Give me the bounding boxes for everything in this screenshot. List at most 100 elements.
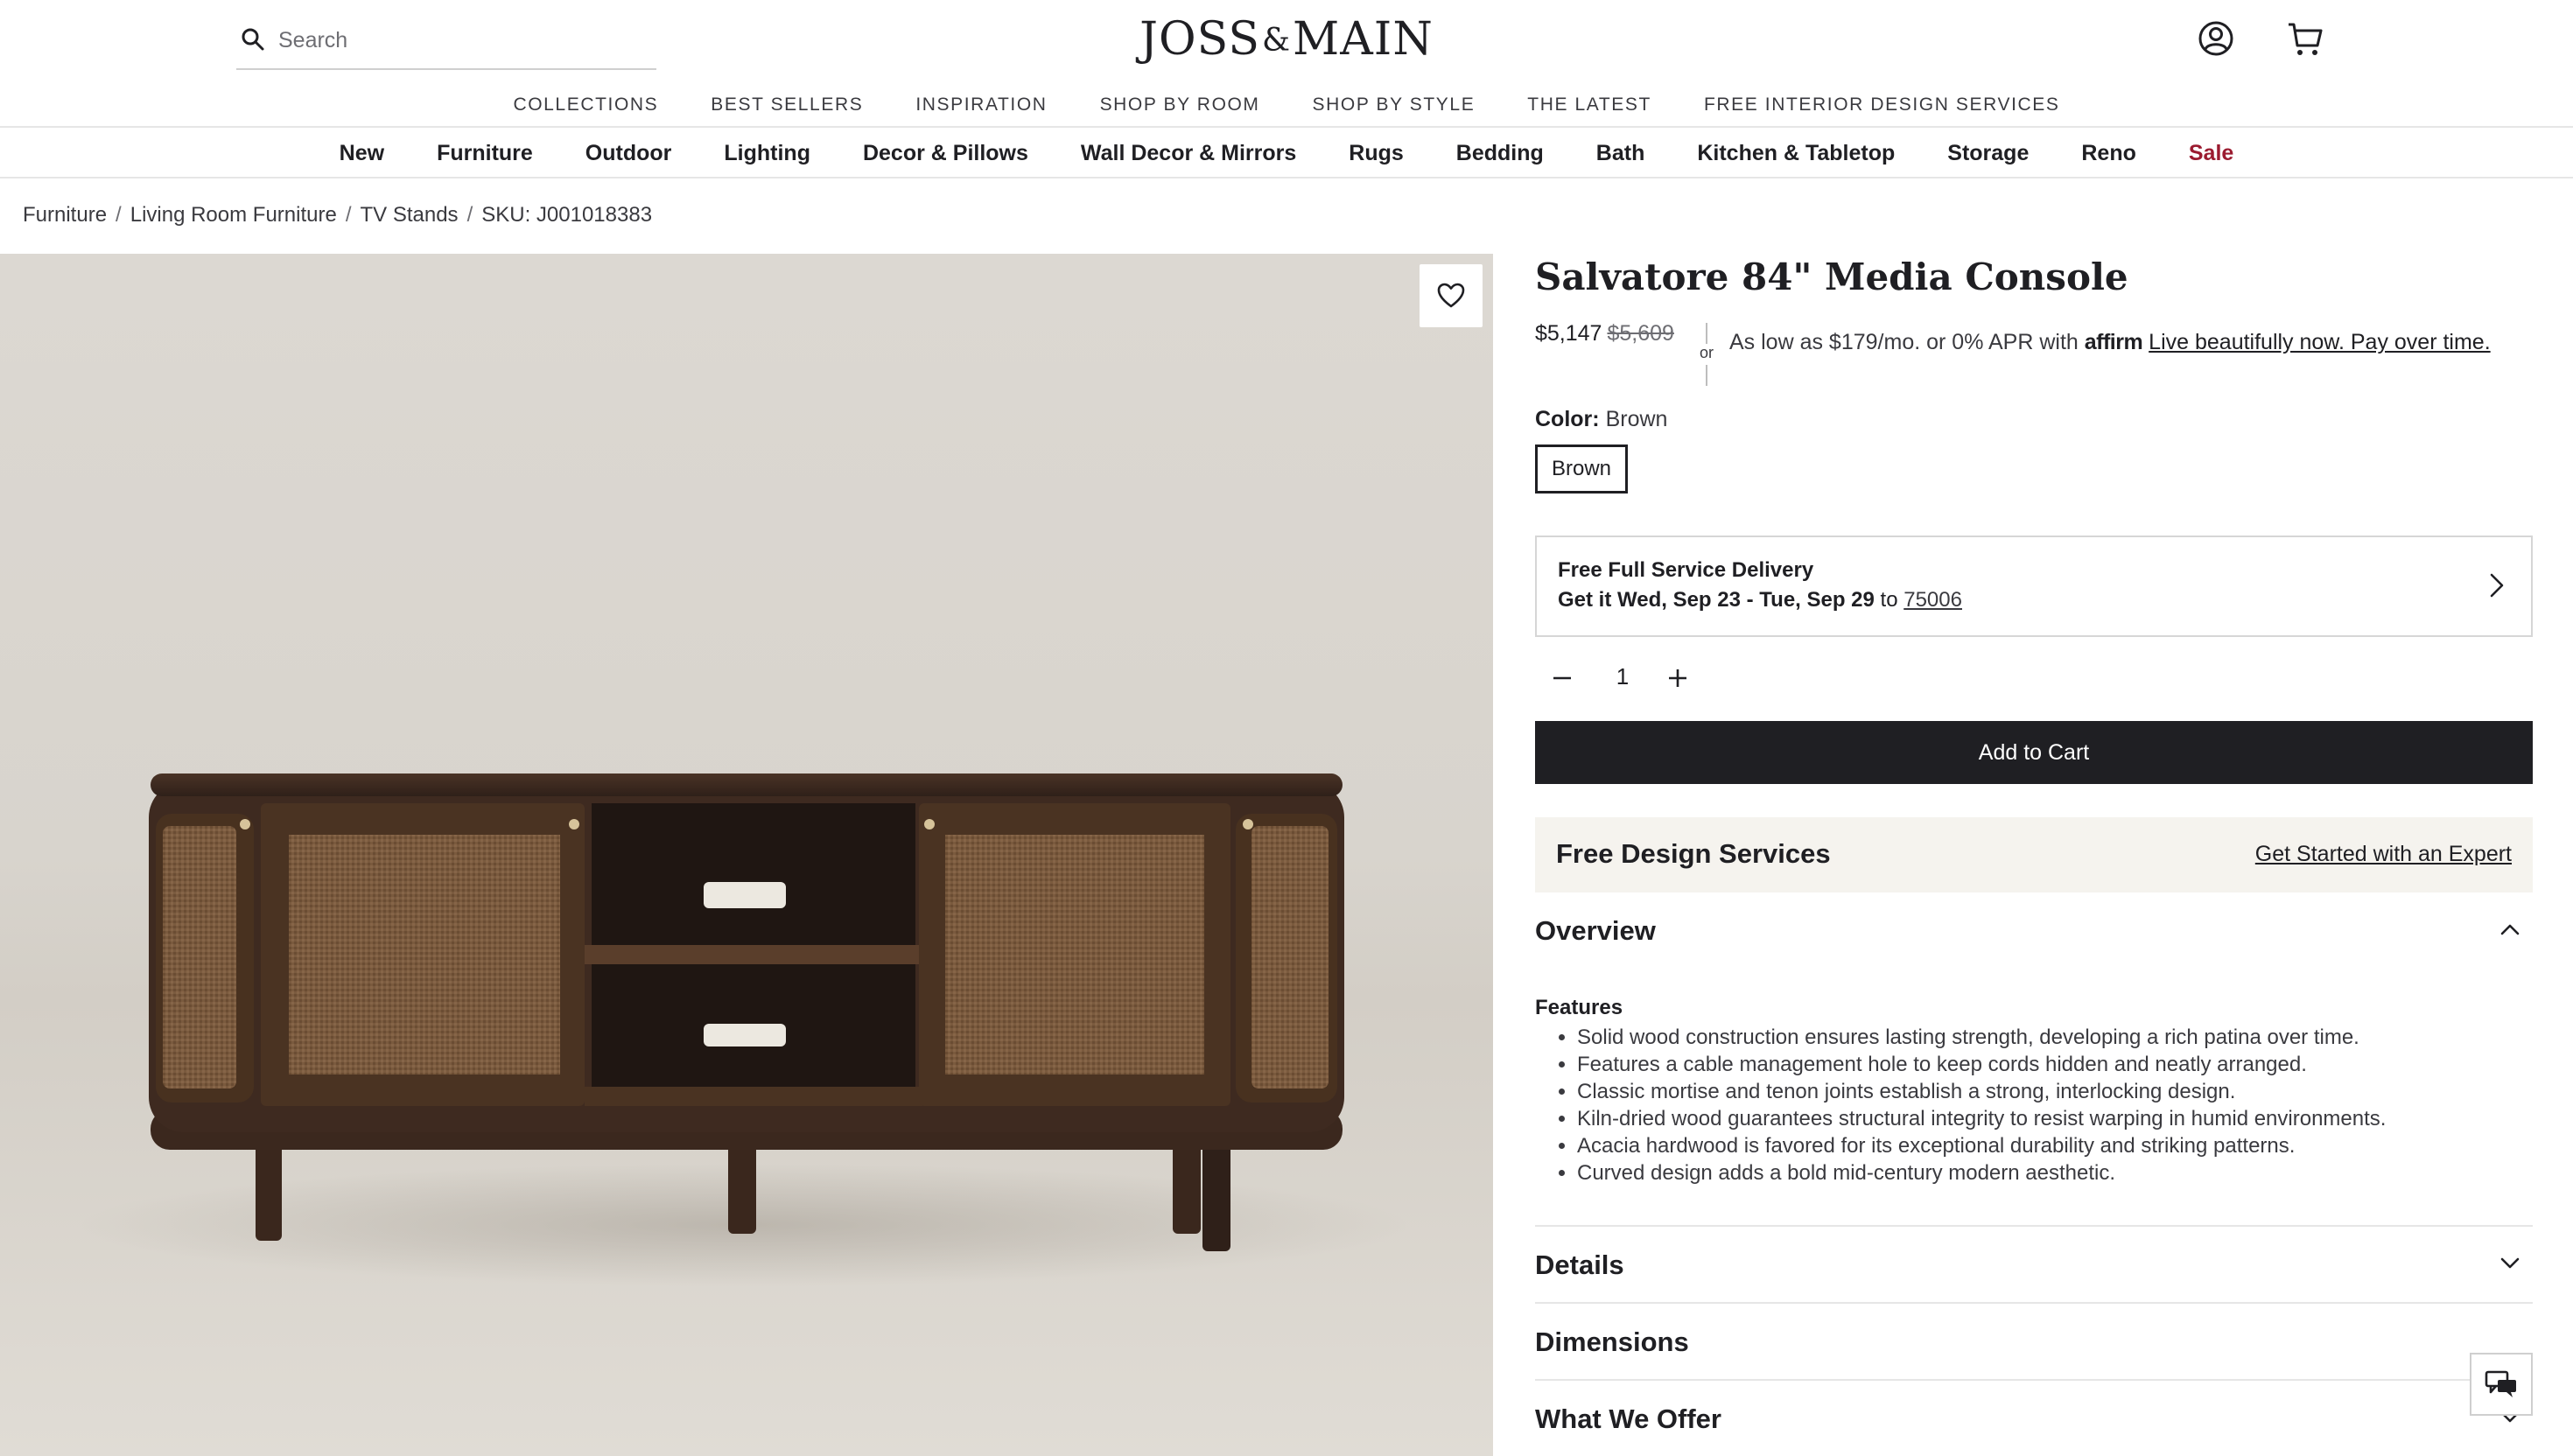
affirm-link[interactable]: Live beautifully now. Pay over time. [2149,330,2490,354]
chat-button[interactable] [2470,1353,2533,1416]
delivery-box[interactable]: Free Full Service Delivery Get it Wed, S… [1535,536,2533,637]
features-title: Features [1535,996,1623,1019]
details-accordion-header[interactable]: Details [1535,1227,2533,1302]
search-input[interactable] [278,26,646,54]
topnav-shop-by-room[interactable]: SHOP BY ROOM [1100,88,1260,126]
feature-item: Solid wood construction ensures lasting … [1577,1024,2533,1051]
overview-content: Features Solid wood construction ensures… [1535,968,2533,1227]
breadcrumb-sku: SKU: J001018383 [481,203,653,227]
affirm-financing: As low as $179/mo. or 0% APR with affirm… [1729,330,2491,355]
divider-line [1706,323,1707,344]
or-label: or [1699,344,1714,361]
affirm-logo: affirm [2084,330,2143,354]
breadcrumb-furniture[interactable]: Furniture [23,203,107,228]
product-details-panel: Salvatore 84" Media Console $5,147 $5,609… [1535,254,2533,1456]
dimensions-accordion[interactable]: Dimensions [1535,1304,2533,1381]
logo-left: JOSS [1139,13,1260,66]
category-decor-pillows[interactable]: Decor & Pillows [863,128,1028,177]
overview-accordion-header[interactable]: Overview [1535,892,2533,968]
category-lighting[interactable]: Lighting [724,128,810,177]
delivery-title: Free Full Service Delivery [1558,558,1814,582]
design-services-banner: Free Design Services Get Started with an… [1535,817,2533,892]
details-accordion[interactable]: Details [1535,1227,2533,1304]
affirm-text: As low as $179/mo. or 0% APR with [1729,330,2079,354]
delivery-dates-row: Get it Wed, Sep 23 - Tue, Sep 29 to 7500… [1558,588,2510,612]
site-logo[interactable]: JOSS&MAIN [1111,9,1462,70]
category-bath[interactable]: Bath [1596,128,1645,177]
details-title: Details [1535,1250,1624,1280]
chevron-up-icon [2500,924,2520,935]
search-bar[interactable] [236,18,656,70]
what-we-offer-accordion-header[interactable]: What We Offer [1535,1381,2533,1456]
product-image[interactable] [0,254,1493,1456]
category-furniture[interactable]: Furniture [437,128,533,177]
delivery-zip[interactable]: 75006 [1903,588,1962,612]
topnav-the-latest[interactable]: THE LATEST [1527,88,1651,126]
product-title: Salvatore 84" Media Console [1535,256,2128,298]
original-price: $5,609 [1607,321,1674,346]
category-rugs[interactable]: Rugs [1349,128,1404,177]
account-icon[interactable] [2195,18,2237,60]
color-value: Brown [1605,407,1668,431]
dimensions-accordion-header[interactable]: Dimensions [1535,1304,2533,1379]
minus-icon[interactable] [1551,667,1574,690]
breadcrumb: Furniture / Living Room Furniture / TV S… [23,203,652,228]
features-list: Solid wood construction ensures lasting … [1535,1024,2533,1186]
media-console-illustration [79,774,1409,1286]
design-services-title: Free Design Services [1556,838,1831,869]
breadcrumb-separator: / [466,203,473,227]
category-bedding[interactable]: Bedding [1456,128,1544,177]
what-we-offer-accordion[interactable]: What We Offer [1535,1381,2533,1456]
logo-right: MAIN [1293,13,1434,66]
quantity-stepper: 1 [1535,637,2533,721]
color-label-key: Color: [1535,407,1600,431]
feature-item: Features a cable management hole to keep… [1577,1051,2533,1078]
chevron-down-icon [2500,1257,2520,1269]
topnav-collections[interactable]: COLLECTIONS [513,88,658,126]
breadcrumb-living-room[interactable]: Living Room Furniture [130,203,337,228]
feature-item: Classic mortise and tenon joints establi… [1577,1078,2533,1105]
category-sale[interactable]: Sale [2189,128,2233,177]
category-wall-decor[interactable]: Wall Decor & Mirrors [1081,128,1296,177]
feature-item: Curved design adds a bold mid-century mo… [1577,1159,2533,1186]
price-row: $5,147 $5,609 or As low as $179/mo. or 0%… [1535,321,2533,396]
chat-icon [2485,1370,2516,1397]
breadcrumb-tv-stands[interactable]: TV Stands [361,203,459,228]
delivery-to: to [1880,588,1898,612]
category-reno[interactable]: Reno [2081,128,2136,177]
category-new[interactable]: New [340,128,384,177]
color-swatch-brown[interactable]: Brown [1535,444,1629,494]
feature-item: Kiln-dried wood guarantees structural in… [1577,1105,2533,1132]
delivery-dates: Get it Wed, Sep 23 - Tue, Sep 29 [1558,588,1875,612]
plus-icon[interactable] [1666,667,1689,690]
overview-title: Overview [1535,915,1656,946]
feature-item: Acacia hardwood is favored for its excep… [1577,1132,2533,1159]
topnav-inspiration[interactable]: INSPIRATION [915,88,1047,126]
color-label: Color: Brown [1535,407,2533,432]
heart-icon [1437,283,1465,308]
breadcrumb-separator: / [345,203,352,227]
dimensions-title: Dimensions [1535,1326,1689,1357]
topnav-shop-by-style[interactable]: SHOP BY STYLE [1313,88,1476,126]
design-services-link[interactable]: Get Started with an Expert [2255,842,2512,867]
site-header: JOSS&MAIN COLLECTIONS BEST SELLERS INSPI… [0,0,2573,178]
or-divider: or [1698,323,1715,386]
chevron-right-icon [2490,573,2504,598]
current-price: $5,147 [1535,321,1602,346]
breadcrumb-separator: / [116,203,122,227]
category-storage[interactable]: Storage [1947,128,2029,177]
search-icon[interactable] [240,26,266,52]
quantity-value[interactable]: 1 [1605,663,1640,690]
cart-icon[interactable] [2284,18,2326,60]
topnav-design-services[interactable]: FREE INTERIOR DESIGN SERVICES [1704,88,2060,126]
category-kitchen[interactable]: Kitchen & Tabletop [1697,128,1895,177]
add-to-cart-button[interactable]: Add to Cart [1535,721,2533,784]
favorite-button[interactable] [1420,264,1483,327]
logo-amp: & [1261,23,1291,59]
divider-line [1706,365,1707,386]
topnav-best-sellers[interactable]: BEST SELLERS [711,88,863,126]
price: $5,147 $5,609 [1535,321,1674,346]
what-we-offer-title: What We Offer [1535,1404,1721,1434]
category-outdoor[interactable]: Outdoor [585,128,672,177]
category-navigation: New Furniture Outdoor Lighting Decor & P… [0,128,2573,178]
